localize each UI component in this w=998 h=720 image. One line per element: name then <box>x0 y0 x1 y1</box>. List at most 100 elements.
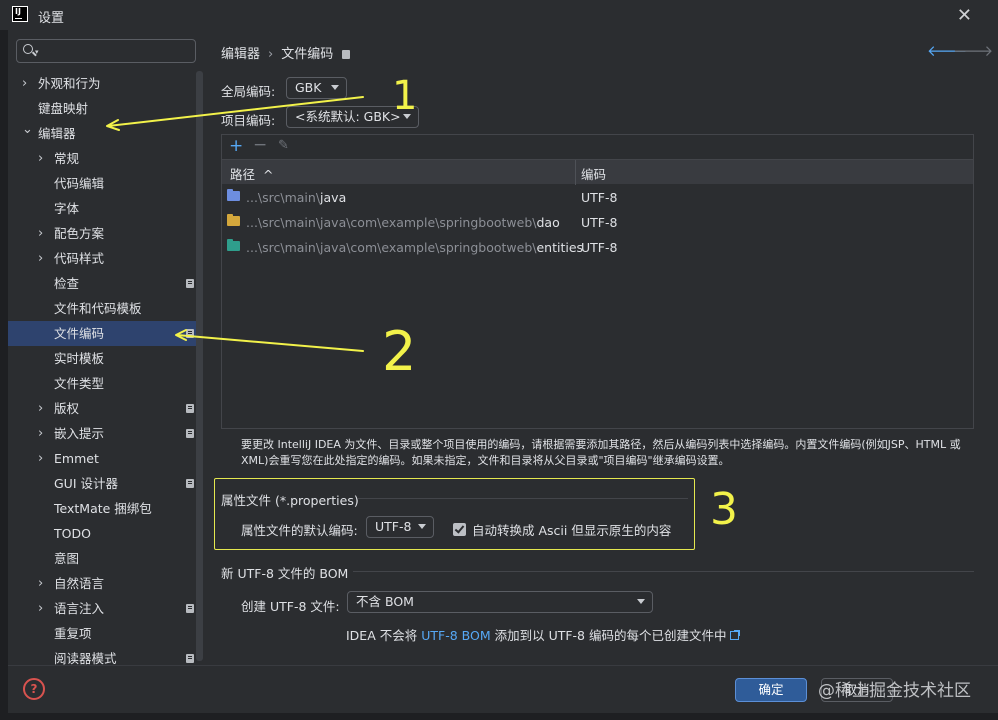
sidebar-item[interactable]: › 外观和行为 <box>8 71 196 96</box>
title-bar: IJ 设置 ✕ <box>0 0 998 30</box>
utf8-bom-link[interactable]: UTF-8 BOM <box>421 628 490 643</box>
edit-icon[interactable]: ✎ <box>278 138 289 153</box>
watermark: @稀土掘金技术社区 <box>818 681 971 701</box>
sidebar-item-label: 外观和行为 <box>38 76 101 91</box>
window-title: 设置 <box>38 11 65 26</box>
bom-note: IDEA 不会将 UTF-8 BOM 添加到以 UTF-8 编码的每个已创建文件… <box>346 625 741 644</box>
sidebar-scrollbar[interactable] <box>196 71 203 661</box>
sidebar-item-label: 代码样式 <box>54 251 105 266</box>
sidebar-item[interactable]: TODO <box>8 521 196 546</box>
bom-select[interactable]: 不含 BOM <box>347 591 653 613</box>
sidebar-item[interactable]: › 版权 <box>8 396 196 421</box>
column-divider[interactable] <box>575 160 576 185</box>
teal-folder-icon <box>227 239 240 251</box>
path-prefix: ...\src\main\ <box>246 190 321 205</box>
ok-button[interactable]: 确定 <box>735 678 807 702</box>
settings-tree: › 外观和行为 键盘映射 ⌄ 编辑器 › 常规 代码编辑 字体 › 配色方案 › 代码样式 检查 文件和代码… <box>8 71 196 671</box>
sidebar-item[interactable]: 代码编辑 <box>8 171 196 196</box>
sidebar-item[interactable]: › 配色方案 <box>8 221 196 246</box>
add-icon[interactable]: + <box>229 136 243 156</box>
chevron-right-icon[interactable]: › <box>38 396 43 421</box>
sidebar-item[interactable]: › 常规 <box>8 146 196 171</box>
column-header-encoding[interactable]: 编码 <box>581 164 606 183</box>
chevron-right-icon[interactable]: › <box>38 246 43 271</box>
global-encoding-select[interactable]: GBK <box>286 77 347 99</box>
chevron-down-icon[interactable]: ⌄ <box>22 117 33 142</box>
external-link-icon[interactable] <box>730 630 741 640</box>
sidebar-item[interactable]: ⌄ 编辑器 <box>8 121 196 146</box>
encoding-cell: UTF-8 <box>581 190 618 205</box>
bom-select-value: 不含 BOM <box>356 594 414 609</box>
sidebar-item[interactable]: 实时模板 <box>8 346 196 371</box>
sidebar-item[interactable]: 意图 <box>8 546 196 571</box>
background-edge <box>0 713 998 720</box>
dropdown-arrow-icon <box>418 524 426 529</box>
project-scope-icon <box>342 50 351 59</box>
table-toolbar: + − ✎ <box>222 135 973 159</box>
path-cell: ...\src\main\java\com\example\springboot… <box>246 240 583 255</box>
sidebar-item[interactable]: 键盘映射 <box>8 96 196 121</box>
sidebar-item[interactable]: 检查 <box>8 271 196 296</box>
search-icon <box>23 44 33 54</box>
global-encoding-value: GBK <box>295 80 322 95</box>
sidebar-item[interactable]: › 语言注入 <box>8 596 196 621</box>
sidebar-item-label: 版权 <box>54 401 80 416</box>
sidebar-item[interactable]: 文件类型 <box>8 371 196 396</box>
forward-arrow-icon[interactable]: 🡒 <box>953 41 993 60</box>
properties-encoding-select[interactable]: UTF-8 <box>366 516 434 538</box>
chevron-right-icon[interactable]: › <box>38 571 43 596</box>
project-scope-icon <box>186 654 194 663</box>
sidebar-item-label: 实时模板 <box>54 351 105 366</box>
chevron-right-icon[interactable]: › <box>38 446 43 471</box>
settings-sidebar: ▾ › 外观和行为 键盘映射 ⌄ 编辑器 › 常规 代码编辑 字体 › 配色方案 › 代码样式 检查 文件和… <box>8 30 205 666</box>
chevron-right-icon[interactable]: › <box>38 421 43 446</box>
checkbox-label[interactable]: 自动转换成 Ascii 但显示原生的内容 <box>472 520 671 539</box>
path-cell: ...\src\main\java <box>246 190 346 205</box>
sidebar-item-label: Emmet <box>54 451 99 466</box>
project-scope-icon <box>186 404 194 413</box>
sidebar-item[interactable]: › 嵌入提示 <box>8 421 196 446</box>
sidebar-item[interactable]: › 代码样式 <box>8 246 196 271</box>
chevron-right-icon[interactable]: › <box>38 221 43 246</box>
section-divider <box>353 571 974 572</box>
transparent-native-ascii-checkbox[interactable] <box>453 523 466 536</box>
sidebar-item[interactable]: › 自然语言 <box>8 571 196 596</box>
chevron-right-icon[interactable]: › <box>22 71 27 96</box>
bom-section-title: 新 UTF-8 文件的 BOM <box>221 566 349 581</box>
path-prefix: ...\src\main\java\com\example\springboot… <box>246 215 537 230</box>
sidebar-item[interactable]: GUI 设计器 <box>8 471 196 496</box>
help-icon[interactable]: ? <box>23 678 45 700</box>
sidebar-item[interactable]: TextMate 捆绑包 <box>8 496 196 521</box>
sidebar-item[interactable]: 重复项 <box>8 621 196 646</box>
table-row[interactable]: ...\src\main\java\com\example\springboot… <box>222 234 973 259</box>
sidebar-item[interactable]: 字体 <box>8 196 196 221</box>
sidebar-item-label: 文件编码 <box>54 326 105 341</box>
encoding-description: 要更改 IntelliJ IDEA 为文件、目录或整个项目使用的编码，请根据需要… <box>241 437 971 469</box>
table-row[interactable]: ...\src\main\java UTF-8 <box>222 184 973 209</box>
sidebar-item-label: 嵌入提示 <box>54 426 105 441</box>
column-header-path[interactable]: 路径 ^ <box>230 164 273 183</box>
remove-icon[interactable]: − <box>253 135 267 155</box>
yellow-folder-icon <box>227 214 240 226</box>
sidebar-item-label: 编辑器 <box>38 126 76 141</box>
search-input[interactable]: ▾ <box>16 39 196 63</box>
encoding-cell: UTF-8 <box>581 215 618 230</box>
close-icon[interactable]: ✕ <box>957 5 972 26</box>
project-encoding-select[interactable]: <系统默认: GBK> <box>286 106 419 128</box>
sidebar-item[interactable]: 文件编码 <box>8 321 196 346</box>
intellij-logo-icon: IJ <box>12 6 28 22</box>
sidebar-item-label: 文件类型 <box>54 376 105 391</box>
sidebar-item-label: 配色方案 <box>54 226 105 241</box>
bom-create-label: 创建 UTF-8 文件: <box>241 599 340 614</box>
table-header: 路径 ^ 编码 <box>222 159 973 185</box>
project-scope-icon <box>186 604 194 613</box>
table-row[interactable]: ...\src\main\java\com\example\springboot… <box>222 209 973 234</box>
breadcrumb-parent[interactable]: 编辑器 <box>221 47 260 62</box>
path-name: java <box>320 190 347 205</box>
sidebar-item[interactable]: 文件和代码模板 <box>8 296 196 321</box>
description-line: 要更改 IntelliJ IDEA 为文件、目录或整个项目使用的编码，请根据需要… <box>241 438 961 451</box>
sidebar-item[interactable]: › Emmet <box>8 446 196 471</box>
sidebar-item-label: 语言注入 <box>54 601 105 616</box>
chevron-right-icon[interactable]: › <box>38 596 43 621</box>
chevron-right-icon[interactable]: › <box>38 146 43 171</box>
